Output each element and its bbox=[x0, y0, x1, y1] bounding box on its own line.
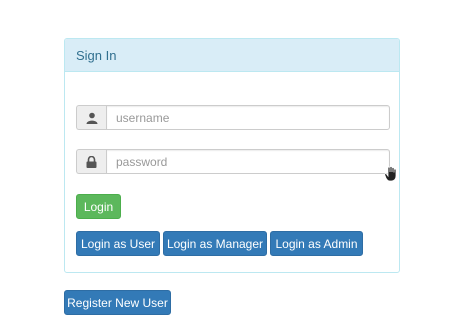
user-icon bbox=[76, 105, 106, 130]
login-button[interactable]: Login bbox=[76, 194, 121, 219]
panel-title: Sign In bbox=[76, 47, 117, 63]
login-as-user-button[interactable]: Login as User bbox=[76, 231, 160, 256]
username-group bbox=[76, 105, 390, 130]
login-as-admin-label: Login as Admin bbox=[275, 236, 358, 251]
sign-in-panel: Sign In Login Login as User Login as Man… bbox=[64, 38, 400, 273]
login-as-manager-label: Login as Manager bbox=[166, 236, 264, 251]
login-as-user-label: Login as User bbox=[80, 236, 156, 251]
login-as-admin-button[interactable]: Login as Admin bbox=[270, 231, 363, 256]
login-as-manager-button[interactable]: Login as Manager bbox=[163, 231, 267, 256]
panel-heading: Sign In bbox=[65, 39, 399, 72]
register-new-user-label: Register New User bbox=[67, 295, 168, 310]
hand-cursor-icon bbox=[384, 166, 398, 185]
password-input[interactable] bbox=[106, 149, 390, 174]
register-new-user-button[interactable]: Register New User bbox=[64, 290, 171, 315]
username-input[interactable] bbox=[106, 105, 390, 130]
password-group bbox=[76, 149, 390, 174]
lock-icon bbox=[76, 149, 106, 174]
login-button-label: Login bbox=[83, 199, 114, 214]
